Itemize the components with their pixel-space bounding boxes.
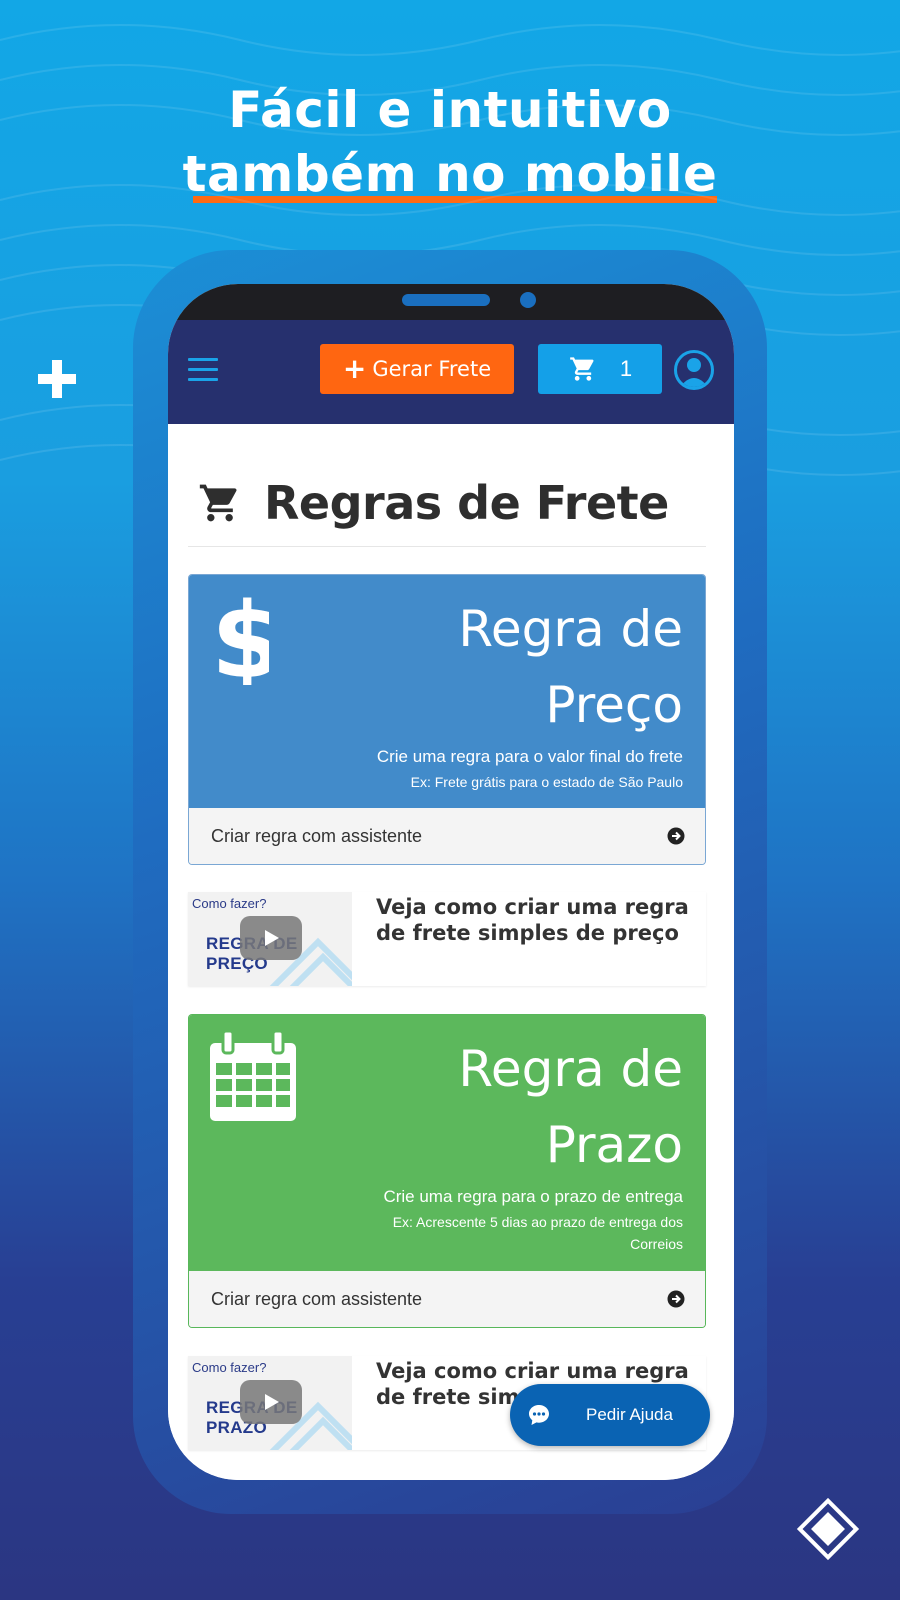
phone-frame: + Gerar Frete 1 Regras de Frete Regra de… bbox=[133, 250, 767, 1514]
hamburger-menu-icon[interactable] bbox=[188, 358, 218, 382]
deadline-rule-wizard-link[interactable]: Criar regra com assistente bbox=[189, 1271, 705, 1327]
price-rule-wizard-label: Criar regra com assistente bbox=[211, 825, 423, 846]
price-rule-title-line1: Regra de bbox=[458, 600, 683, 658]
price-rule-title-line2: Preço bbox=[545, 676, 683, 734]
deadline-rule-title-line2: Prazo bbox=[545, 1116, 683, 1174]
deadline-rule-card[interactable]: Regra de Prazo Crie uma regra para o pra… bbox=[188, 1014, 706, 1328]
price-rule-description: Crie uma regra para o valor final do fre… bbox=[376, 747, 683, 766]
phone-screen: + Gerar Frete 1 Regras de Frete Regra de… bbox=[168, 284, 734, 1480]
cart-button[interactable]: 1 bbox=[538, 344, 662, 394]
plus-icon bbox=[38, 360, 76, 398]
svg-text:$: $ bbox=[211, 585, 269, 685]
phone-notch bbox=[168, 284, 734, 320]
app-bar: + Gerar Frete 1 bbox=[168, 320, 734, 424]
price-rule-banner: $ Regra de Preço Crie uma regra para o v… bbox=[189, 575, 705, 808]
video-title[interactable]: Veja como criar uma regra de frete simpl… bbox=[352, 892, 706, 986]
cart-icon bbox=[570, 357, 594, 381]
page-title: Regras de Frete bbox=[264, 476, 669, 530]
camera-icon bbox=[520, 292, 536, 308]
speaker-icon bbox=[402, 294, 490, 306]
price-rule-wizard-link[interactable]: Criar regra com assistente bbox=[189, 808, 705, 864]
page-header: Regras de Frete bbox=[196, 476, 669, 530]
cart-count: 1 bbox=[619, 356, 633, 381]
chat-icon bbox=[529, 1405, 549, 1425]
price-rule-video[interactable]: Como fazer? REGRA DE PREÇO Veja como cri… bbox=[188, 892, 706, 986]
help-label: Pedir Ajuda bbox=[586, 1405, 673, 1424]
plus-icon: + bbox=[342, 352, 367, 385]
price-rule-card[interactable]: $ Regra de Preço Crie uma regra para o v… bbox=[188, 574, 706, 865]
thumbnail-caption: Como fazer? bbox=[192, 1360, 267, 1375]
video-thumbnail[interactable]: Como fazer? REGRA DE PREÇO bbox=[188, 892, 352, 986]
headline-line2: também no mobile bbox=[182, 145, 718, 203]
arrow-right-circle-icon bbox=[667, 1290, 685, 1308]
deadline-rule-example-line2: Correios bbox=[630, 1236, 683, 1252]
play-icon[interactable] bbox=[240, 1380, 302, 1424]
play-icon[interactable] bbox=[240, 916, 302, 960]
deadline-rule-example-line1: Ex: Acrescente 5 dias ao prazo de entreg… bbox=[392, 1214, 683, 1230]
diamond-logo-icon bbox=[796, 1497, 860, 1561]
deadline-rule-title-line1: Regra de bbox=[458, 1040, 683, 1098]
divider bbox=[188, 546, 706, 547]
headline-line1: Fácil e intuitivo bbox=[228, 81, 672, 139]
cart-icon bbox=[199, 484, 237, 522]
dollar-icon: $ bbox=[211, 585, 269, 685]
deadline-rule-description: Crie uma regra para o prazo de entrega bbox=[383, 1187, 683, 1206]
main-content: Regras de Frete $ Regra de Preço Crie um… bbox=[168, 424, 734, 1480]
help-button[interactable]: Pedir Ajuda bbox=[510, 1384, 710, 1446]
deadline-rule-wizard-label: Criar regra com assistente bbox=[211, 1288, 423, 1309]
thumbnail-caption: Como fazer? bbox=[192, 896, 267, 911]
generate-freight-label: Gerar Frete bbox=[372, 357, 492, 381]
video-thumbnail[interactable]: Como fazer? REGRA DE PRAZO bbox=[188, 1356, 352, 1450]
price-rule-example: Ex: Frete grátis para o estado de São Pa… bbox=[410, 774, 683, 790]
calendar-icon bbox=[210, 1029, 296, 1121]
user-avatar-button[interactable] bbox=[674, 350, 714, 390]
deadline-rule-banner: Regra de Prazo Crie uma regra para o pra… bbox=[189, 1015, 705, 1271]
generate-freight-button[interactable]: + Gerar Frete bbox=[320, 344, 514, 394]
headline-line2-wrapper: também no mobile bbox=[183, 142, 718, 206]
user-icon bbox=[680, 358, 708, 387]
arrow-right-circle-icon bbox=[667, 827, 685, 845]
headline: Fácil e intuitivo também no mobile bbox=[0, 78, 900, 206]
